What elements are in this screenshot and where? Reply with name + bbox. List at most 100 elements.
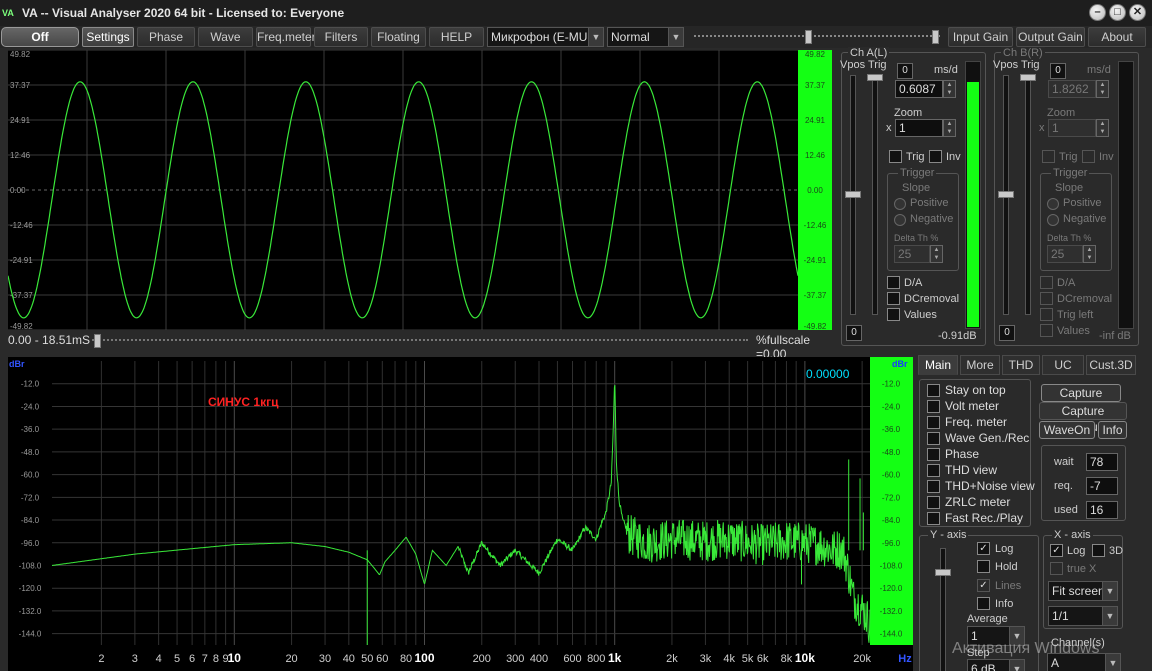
slider-thumb[interactable] [932,30,939,44]
option-checkbox[interactable] [927,464,940,477]
spin-buttons[interactable]: ▲ ▼ [930,245,943,263]
inv-checkbox[interactable] [929,150,942,163]
option-checkbox[interactable] [927,512,940,525]
scope-position-slider[interactable] [92,334,748,348]
tab-main[interactable]: Main [918,355,958,375]
trig-left-checkbox[interactable] [1040,308,1053,321]
channel-b-title: Ch B(R) [1001,47,1045,59]
spin-buttons[interactable]: ▲ ▼ [1083,245,1096,263]
info-button[interactable]: Info [1098,421,1127,439]
spin-buttons[interactable]: ▲ ▼ [1096,80,1109,98]
trig-checkbox[interactable] [889,150,902,163]
freqmeter-button[interactable]: Freq.meter [256,27,316,47]
zoom-x-label: x [1039,122,1045,134]
x-log-checkbox[interactable]: ✓ [1050,544,1063,557]
vpos-slider[interactable] [998,75,1014,315]
chevron-down-icon: ▼ [1102,607,1117,625]
tab-more[interactable]: More [960,355,1000,375]
tab-cust3d[interactable]: Cust.3D [1086,355,1136,375]
option-checkbox[interactable] [927,416,940,429]
delta-th-input[interactable]: 25 [894,245,930,263]
trig-checkbox[interactable] [1042,150,1055,163]
settings-button[interactable]: Settings [82,27,134,47]
y-info-checkbox[interactable] [977,597,990,610]
spin-buttons[interactable]: ▲ ▼ [943,119,956,137]
capture-scope-button[interactable]: Capture scope [1041,384,1121,416]
input-device-select[interactable]: Микрофон (E-MU T ▼ [487,27,604,47]
slider-thumb[interactable] [935,569,951,576]
option-checkbox[interactable] [927,384,940,397]
inv-checkbox[interactable] [1082,150,1095,163]
dc-removal-checkbox[interactable] [887,292,900,305]
option-checkbox[interactable] [927,400,940,413]
about-button[interactable]: About [1088,27,1146,47]
slider-thumb[interactable] [998,191,1014,198]
dc-removal-checkbox[interactable] [1040,292,1053,305]
zoom-input[interactable]: 1 [1048,119,1096,137]
ratio-select[interactable]: 1/1 ▼ [1048,606,1118,626]
minimize-button[interactable]: – [1089,4,1106,21]
vpos-slider[interactable] [845,75,861,315]
positive-radio[interactable] [1047,198,1059,210]
trig-level-slider[interactable] [1020,74,1036,315]
values-checkbox[interactable] [1040,324,1053,337]
y-axis-slider[interactable] [935,548,951,671]
ms-per-div-input[interactable]: 0.6087 [895,80,943,98]
capture-spectrum-button[interactable]: Capture spectrum [1039,402,1127,434]
option-checkbox[interactable] [927,496,940,509]
y-log-checkbox[interactable]: ✓ [977,542,990,555]
wait-value[interactable]: 78 [1086,453,1118,471]
option-checkbox[interactable] [927,448,940,461]
spectrum-y-tick-right: -48.0 [882,448,901,457]
values-checkbox[interactable] [887,308,900,321]
da-checkbox[interactable] [1040,276,1053,289]
close-button[interactable]: ✕ [1129,4,1146,21]
tab-uc[interactable]: UC [1042,355,1084,375]
zoom-input[interactable]: 1 [895,119,943,137]
slider-thumb[interactable] [845,191,861,198]
wave-button[interactable]: Wave [198,27,253,47]
option-checkbox[interactable] [927,432,940,445]
input-gain-button[interactable]: Input Gain [948,27,1013,47]
vpos-label: Vpos [840,59,866,71]
slider-thumb[interactable] [805,30,812,44]
mode-select[interactable]: Normal ▼ [607,27,684,47]
scope-y-tick: 0.00 [10,186,26,195]
spectrum-x-tick: 50 [361,653,373,665]
maximize-button[interactable]: □ [1109,4,1126,21]
output-volume-slider[interactable] [694,30,940,44]
help-button[interactable]: HELP [429,27,484,47]
spectrum-y-tick: -12.0 [21,380,40,389]
slider-thumb[interactable] [867,74,883,81]
lines-checkbox[interactable]: ✓ [977,579,990,592]
spin-buttons[interactable]: ▲ ▼ [1096,119,1109,137]
true-x-checkbox[interactable] [1050,562,1063,575]
slider-thumb[interactable] [94,334,101,348]
waveon-button[interactable]: WaveOn [1039,421,1095,439]
trig-level-slider[interactable] [867,74,883,315]
req-value[interactable]: -7 [1086,477,1118,495]
negative-radio[interactable] [894,214,906,226]
used-value[interactable]: 16 [1086,501,1118,519]
vpos-value: 0 [846,325,862,341]
hold-checkbox[interactable] [977,560,990,573]
slider-thumb[interactable] [1020,74,1036,81]
da-checkbox[interactable] [887,276,900,289]
phase-button[interactable]: Phase [137,27,195,47]
scope-scale-tick: -12.46 [804,221,827,230]
negative-radio[interactable] [1047,214,1059,226]
option-checkbox[interactable] [927,480,940,493]
positive-radio[interactable] [894,198,906,210]
spin-buttons[interactable]: ▲ ▼ [943,80,956,98]
fit-screen-select[interactable]: Fit screen ▼ [1048,581,1118,601]
3d-checkbox[interactable] [1092,544,1105,557]
output-gain-button[interactable]: Output Gain [1016,27,1085,47]
delta-th-input[interactable]: 25 [1047,245,1083,263]
filters-button[interactable]: Filters [314,27,368,47]
step-select[interactable]: 6 dB ▼ [967,659,1025,671]
zoom-label: Zoom [894,107,923,119]
off-button[interactable]: Off [1,27,79,47]
floating-button[interactable]: Floating [371,27,426,47]
tab-thd[interactable]: THD [1002,355,1040,375]
ms-per-div-input[interactable]: 1.8262 [1048,80,1096,98]
